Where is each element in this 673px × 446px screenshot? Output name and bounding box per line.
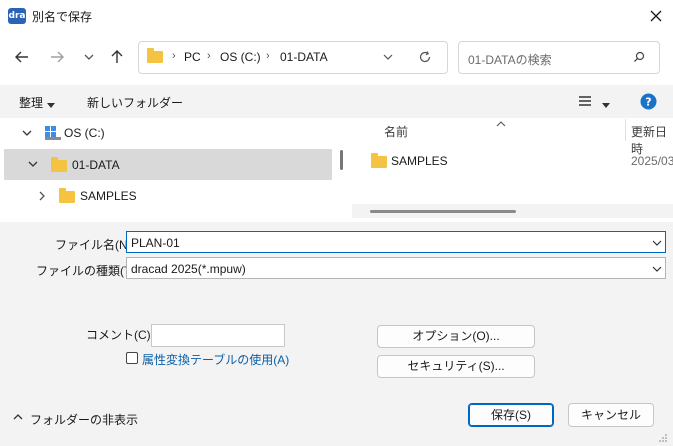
folder-icon: [51, 157, 67, 172]
view-dropdown-icon[interactable]: [602, 98, 610, 112]
folder-icon: [147, 48, 163, 63]
filename-input[interactable]: PLAN-01: [126, 231, 666, 253]
new-folder-button[interactable]: 新しいフォルダー: [87, 94, 183, 111]
address-dropdown-icon[interactable]: [382, 51, 394, 66]
tree-scrollbar[interactable]: [340, 150, 343, 170]
column-separator[interactable]: [625, 119, 626, 141]
filename-label: ファイル名(N):: [55, 238, 135, 252]
tree-item-samples[interactable]: SAMPLES: [4, 181, 332, 212]
filename-value: PLAN-01: [131, 236, 180, 250]
app-icon: dra: [8, 8, 26, 24]
chevron-down-icon[interactable]: [651, 263, 663, 275]
chevron-up-icon[interactable]: [12, 411, 24, 425]
tree-item-label: 01-DATA: [72, 158, 120, 172]
filetype-label: ファイルの種類(T):: [36, 264, 139, 278]
list-item[interactable]: SAMPLES 2025/03: [352, 145, 673, 175]
chevron-right-icon[interactable]: [36, 190, 48, 205]
tree-item-label: SAMPLES: [80, 189, 137, 203]
resize-grip-icon[interactable]: [658, 432, 668, 442]
folder-icon: [371, 153, 387, 168]
options-button[interactable]: オプション(O)...: [377, 325, 535, 348]
security-button[interactable]: セキュリティ(S)...: [377, 355, 535, 378]
filetype-select[interactable]: dracad 2025(*.mpuw): [126, 257, 666, 279]
organize-button[interactable]: 整理: [19, 94, 43, 111]
chevron-right-icon[interactable]: ›: [266, 50, 270, 62]
sort-up-icon: [496, 116, 506, 130]
svg-text:?: ?: [645, 96, 651, 109]
search-icon[interactable]: [633, 51, 645, 66]
scrollbar-thumb[interactable]: [370, 210, 516, 213]
folder-icon: [59, 188, 75, 203]
view-menu-icon[interactable]: [578, 95, 592, 110]
attr-table-checkbox[interactable]: [126, 352, 138, 364]
tree-item-label: OS (C:): [64, 126, 105, 140]
window-title: 別名で保存: [32, 10, 93, 24]
close-icon[interactable]: [646, 6, 666, 26]
attr-table-label[interactable]: 属性変換テーブルの使用(A): [142, 351, 289, 368]
organize-dropdown-icon[interactable]: [47, 98, 55, 112]
breadcrumb-folder[interactable]: 01-DATA: [280, 50, 328, 64]
chevron-down-icon[interactable]: [21, 127, 33, 142]
filetype-value: dracad 2025(*.mpuw): [131, 262, 246, 276]
refresh-icon[interactable]: [418, 50, 432, 67]
chevron-down-icon[interactable]: [651, 237, 663, 249]
cancel-button[interactable]: キャンセル: [568, 403, 654, 427]
chevron-right-icon[interactable]: ›: [172, 50, 176, 62]
breadcrumb-pc[interactable]: PC: [184, 50, 201, 64]
recent-chevron-icon[interactable]: [78, 46, 100, 68]
comment-input[interactable]: [151, 324, 285, 347]
title-bar: dra 別名で保存: [0, 0, 673, 32]
chevron-down-icon[interactable]: [27, 158, 39, 173]
list-item-modified: 2025/03: [631, 154, 673, 168]
hide-folders-button[interactable]: フォルダーの非表示: [30, 411, 138, 428]
column-header-name[interactable]: 名前: [384, 123, 408, 140]
list-item-name: SAMPLES: [391, 154, 448, 168]
back-arrow-icon[interactable]: [11, 46, 33, 68]
help-icon[interactable]: ?: [640, 93, 657, 113]
tree-item-drive[interactable]: OS (C:): [4, 118, 332, 149]
tree-item-01-data[interactable]: 01-DATA: [4, 149, 332, 180]
save-button[interactable]: 保存(S): [468, 403, 554, 427]
up-arrow-icon[interactable]: [106, 46, 128, 68]
chevron-right-icon[interactable]: ›: [207, 50, 211, 62]
search-placeholder: 01-DATAの検索: [468, 53, 552, 67]
forward-arrow-icon[interactable]: [46, 46, 68, 68]
breadcrumb-drive[interactable]: OS (C:): [220, 50, 261, 64]
drive-icon: [44, 125, 62, 144]
